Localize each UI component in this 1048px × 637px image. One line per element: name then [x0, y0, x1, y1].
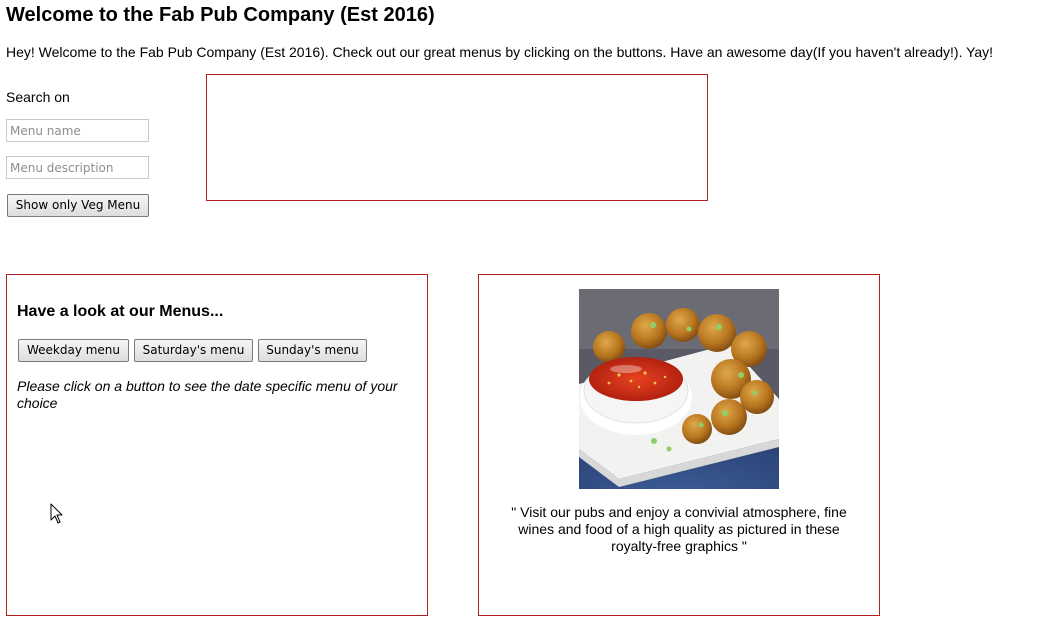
show-veg-menu-button[interactable]: Show only Veg Menu — [7, 194, 149, 217]
menu-name-input[interactable] — [6, 119, 149, 142]
intro-text: Hey! Welcome to the Fab Pub Company (Est… — [6, 44, 994, 60]
sunday-menu-button[interactable]: Sunday's menu — [258, 339, 367, 362]
promo-quote: " Visit our pubs and enjoy a convivial a… — [511, 504, 847, 554]
menu-instruction-text: Please click on a button to see the date… — [17, 378, 398, 411]
food-photo — [579, 289, 779, 489]
search-results-box — [206, 74, 708, 201]
menus-panel: Have a look at our Menus... Weekday menu… — [6, 274, 428, 616]
menus-heading: Have a look at our Menus... — [17, 303, 224, 320]
promo-panel: " Visit our pubs and enjoy a convivial a… — [478, 274, 880, 616]
saturday-menu-button[interactable]: Saturday's menu — [134, 339, 253, 362]
search-label: Search on — [6, 89, 70, 105]
menu-description-input[interactable] — [6, 156, 149, 179]
page-title: Welcome to the Fab Pub Company (Est 2016… — [6, 4, 435, 26]
weekday-menu-button[interactable]: Weekday menu — [18, 339, 129, 362]
